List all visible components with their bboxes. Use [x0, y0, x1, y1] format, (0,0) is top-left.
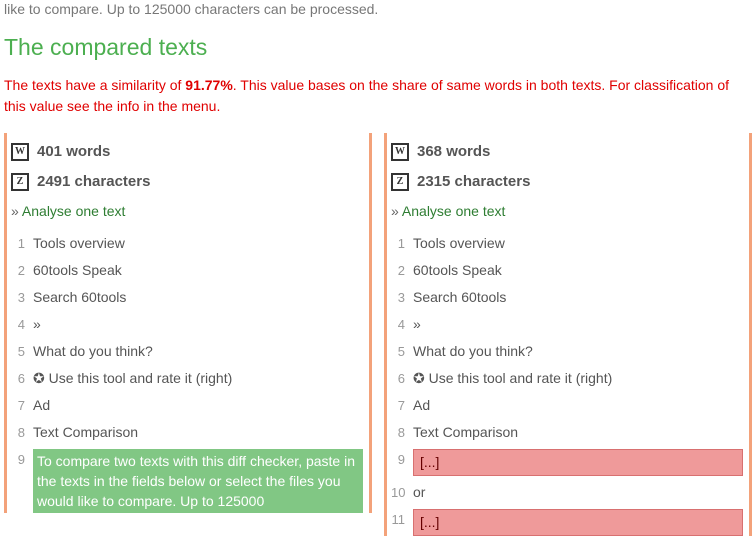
line-number: 5 [11, 341, 33, 362]
diff-line: 4» [11, 314, 363, 335]
line-number: 7 [391, 395, 413, 416]
char-count-row: Z 2491 characters [11, 173, 363, 191]
line-number: 11 [391, 509, 413, 530]
right-column: W 368 words Z 2315 characters » Analyse … [380, 133, 752, 542]
line-text: Search 60tools [413, 287, 743, 308]
diff-line: 6✪ Use this tool and rate it (right) [391, 368, 743, 389]
line-number: 9 [391, 449, 413, 470]
char-icon: Z [391, 173, 409, 191]
line-text: Text Comparison [33, 422, 363, 443]
diff-line: 4» [391, 314, 743, 335]
left-lines: 1Tools overview260tools Speak3Search 60t… [11, 233, 363, 514]
section-title: The compared texts [0, 26, 752, 71]
comparison-columns: W 401 words Z 2491 characters » Analyse … [0, 133, 752, 542]
line-text: 60tools Speak [413, 260, 743, 281]
line-number: 9 [11, 449, 33, 470]
line-number: 10 [391, 482, 413, 503]
diff-line: 260tools Speak [11, 260, 363, 281]
line-text: Tools overview [33, 233, 363, 254]
line-text: Tools overview [413, 233, 743, 254]
line-number: 8 [11, 422, 33, 443]
analyse-row: » Analyse one text [391, 203, 743, 219]
line-text: Ad [33, 395, 363, 416]
analyse-link[interactable]: Analyse one text [402, 203, 506, 219]
diff-line: 8Text Comparison [11, 422, 363, 443]
word-count-row: W 401 words [11, 143, 363, 161]
right-lines: 1Tools overview260tools Speak3Search 60t… [391, 233, 743, 536]
analyse-arrow: » [391, 203, 402, 219]
line-number: 4 [391, 314, 413, 335]
diff-line: 1Tools overview [391, 233, 743, 254]
word-count: 368 words [417, 143, 490, 160]
line-text: or [413, 482, 743, 503]
diff-line: 6✪ Use this tool and rate it (right) [11, 368, 363, 389]
line-text: ✪ Use this tool and rate it (right) [33, 368, 363, 389]
line-number: 4 [11, 314, 33, 335]
line-text-diff: [...] [413, 449, 743, 476]
line-text: Ad [413, 395, 743, 416]
line-text-diff: [...] [413, 509, 743, 536]
diff-line: 8Text Comparison [391, 422, 743, 443]
diff-line: 7Ad [11, 395, 363, 416]
line-number: 2 [391, 260, 413, 281]
char-count: 2315 characters [417, 173, 530, 190]
line-text: What do you think? [413, 341, 743, 362]
line-text: Search 60tools [33, 287, 363, 308]
similarity-prefix: The texts have a similarity of [4, 77, 185, 93]
word-count-row: W 368 words [391, 143, 743, 161]
diff-line: 10or [391, 482, 743, 503]
analyse-row: » Analyse one text [11, 203, 363, 219]
line-number: 3 [391, 287, 413, 308]
line-number: 5 [391, 341, 413, 362]
line-number: 1 [11, 233, 33, 254]
line-number: 2 [11, 260, 33, 281]
diff-line: 11[...] [391, 509, 743, 536]
word-icon: W [391, 143, 409, 161]
similarity-value: 91.77% [185, 77, 232, 93]
line-text: » [33, 314, 363, 335]
left-column: W 401 words Z 2491 characters » Analyse … [0, 133, 372, 542]
line-text: Text Comparison [413, 422, 743, 443]
line-number: 1 [391, 233, 413, 254]
diff-line: 260tools Speak [391, 260, 743, 281]
similarity-summary: The texts have a similarity of 91.77%. T… [0, 71, 752, 133]
line-text: » [413, 314, 743, 335]
diff-line: 5What do you think? [391, 341, 743, 362]
diff-line: 3Search 60tools [391, 287, 743, 308]
char-count: 2491 characters [37, 173, 150, 190]
intro-fragment: like to compare. Up to 125000 characters… [0, 0, 752, 26]
diff-line: 9To compare two texts with this diff che… [11, 449, 363, 514]
char-icon: Z [11, 173, 29, 191]
line-text: 60tools Speak [33, 260, 363, 281]
diff-line: 7Ad [391, 395, 743, 416]
line-number: 7 [11, 395, 33, 416]
diff-line: 1Tools overview [11, 233, 363, 254]
line-text: What do you think? [33, 341, 363, 362]
line-number: 6 [391, 368, 413, 389]
char-count-row: Z 2315 characters [391, 173, 743, 191]
analyse-arrow: » [11, 203, 22, 219]
word-count: 401 words [37, 143, 110, 160]
line-text: ✪ Use this tool and rate it (right) [413, 368, 743, 389]
word-icon: W [11, 143, 29, 161]
diff-line: 3Search 60tools [11, 287, 363, 308]
line-number: 3 [11, 287, 33, 308]
diff-line: 9[...] [391, 449, 743, 476]
line-number: 6 [11, 368, 33, 389]
diff-line: 5What do you think? [11, 341, 363, 362]
line-number: 8 [391, 422, 413, 443]
line-text-diff: To compare two texts with this diff chec… [33, 449, 363, 514]
analyse-link[interactable]: Analyse one text [22, 203, 126, 219]
